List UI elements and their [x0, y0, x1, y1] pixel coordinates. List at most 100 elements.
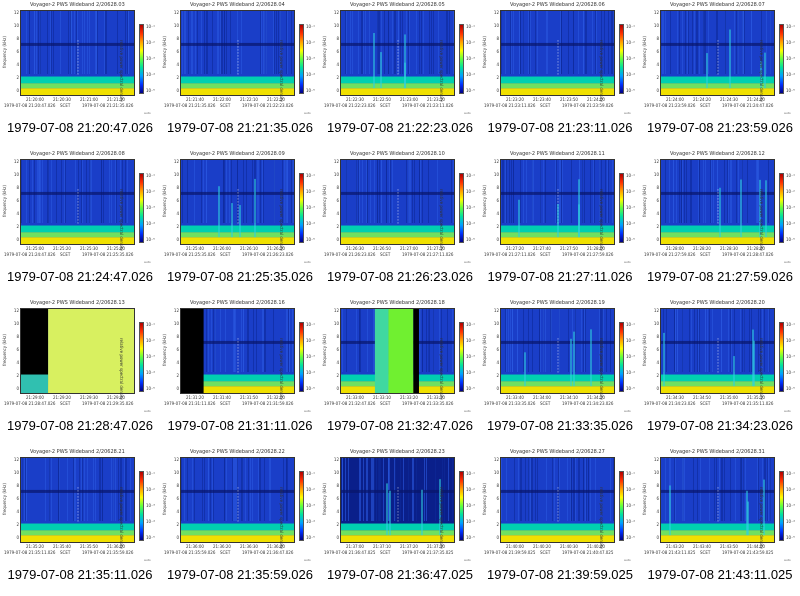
spectrogram-panel[interactable]: Voyager-2 PWS Wideband 2/20628.12 frequen…: [640, 149, 800, 298]
panel-caption-link[interactable]: 1979-07-08 21:36:47.025: [320, 567, 480, 583]
y-axis-label: frequency (kHz): [162, 185, 167, 217]
y-tick-label: 12: [333, 159, 339, 164]
noise-stripe: [221, 11, 222, 74]
panel-caption-link[interactable]: 1979-07-08 21:21:35.026: [160, 120, 320, 136]
y-axis-label: frequency (kHz): [162, 483, 167, 515]
panel-caption-link[interactable]: 1979-07-08 21:25:35.026: [160, 269, 320, 285]
low-frequency-band: [661, 232, 774, 238]
noise-stripe: [263, 11, 264, 74]
spectrogram-panel[interactable]: Voyager-2 PWS Wideband 2/20628.16 frequen…: [160, 298, 320, 447]
x-tick-label: 21:23:40: [533, 97, 551, 102]
panel-caption-link[interactable]: 1979-07-08 21:27:59.026: [640, 269, 800, 285]
low-frequency-band: [181, 83, 294, 89]
noise-stripe: [420, 309, 421, 372]
noise-stripe: [414, 160, 415, 223]
panel-title: Voyager-2 PWS Wideband 2/20628.06: [510, 2, 605, 8]
low-frequency-band: [181, 76, 294, 84]
panel-caption-link[interactable]: 1979-07-08 21:32:47.026: [320, 418, 480, 434]
footer-scet-label: SCET: [540, 252, 551, 257]
panel-caption-link[interactable]: 1979-07-08 21:23:59.026: [640, 120, 800, 136]
noise-stripe: [584, 160, 585, 223]
spectrogram-panel[interactable]: Voyager-2 PWS Wideband 2/20628.21 frequen…: [0, 447, 160, 596]
x-tick-label: 21:21:30: [107, 97, 125, 102]
noise-stripe: [586, 11, 587, 74]
x-tick-label: 21:26:20: [267, 246, 285, 251]
noise-stripe: [208, 309, 209, 372]
panel-caption-link[interactable]: 1979-07-08 21:20:47.026: [0, 120, 160, 136]
spectrogram-panel[interactable]: Voyager-2 PWS Wideband 2/20628.11 frequen…: [480, 149, 640, 298]
panel-caption-link[interactable]: 1979-07-08 21:35:11.026: [0, 567, 160, 583]
noise-stripe: [674, 309, 675, 372]
bottom-band: [661, 237, 774, 244]
noise-stripe: [352, 11, 353, 74]
spectrogram-panel[interactable]: Voyager-2 PWS Wideband 2/20628.19 frequen…: [480, 298, 640, 447]
colorbar-label: relative power spectral density: [439, 189, 444, 251]
noise-stripe: [532, 309, 533, 372]
spectrogram-panel[interactable]: Voyager-2 PWS Wideband 2/20628.06 frequen…: [480, 0, 640, 149]
noise-stripe: [595, 458, 596, 521]
noise-stripe: [356, 160, 357, 223]
panel-caption-link[interactable]: 1979-07-08 21:33:35.026: [480, 418, 640, 434]
panel-caption-link[interactable]: 1979-07-08 21:43:11.025: [640, 567, 800, 583]
noise-stripe: [127, 160, 128, 223]
spectrogram-panel[interactable]: Voyager-2 PWS Wideband 2/20628.09 frequen…: [160, 149, 320, 298]
spectrogram-panel[interactable]: Voyager-2 PWS Wideband 2/20628.27 frequen…: [480, 447, 640, 596]
y-tick-label: 8: [496, 36, 499, 41]
noise-stripe: [386, 160, 387, 223]
spectrogram-panel[interactable]: Voyager-2 PWS Wideband 2/20628.07 frequen…: [640, 0, 800, 149]
noise-stripe: [260, 11, 261, 74]
noise-stripe: [685, 11, 686, 74]
low-frequency-band: [661, 83, 774, 89]
noise-stripe: [226, 160, 227, 223]
noise-stripe: [699, 11, 700, 74]
spectrogram-panel[interactable]: Voyager-2 PWS Wideband 2/20628.13 frequen…: [0, 298, 160, 447]
dark-band: [21, 42, 134, 46]
x-tick-label: 21:36:40: [267, 544, 285, 549]
spectrogram-panel[interactable]: Voyager-2 PWS Wideband 2/20628.23 frequen…: [320, 447, 480, 596]
noise-stripe: [433, 309, 434, 372]
spectrogram-image: [341, 309, 454, 393]
noise-stripe: [435, 458, 436, 521]
panel-caption-link[interactable]: 1979-07-08 21:39:59.025: [480, 567, 640, 583]
footer-end-time: 1979-07-08 21:35:59.026: [82, 550, 134, 555]
y-axis-ticks: 12 10 8 6 4 2 0: [330, 159, 339, 245]
panel-caption-link[interactable]: 1979-07-08 21:22:23.026: [320, 120, 480, 136]
spectrogram-panel[interactable]: Voyager-2 PWS Wideband 2/20628.03 frequen…: [0, 0, 160, 149]
noise-stripe: [705, 11, 706, 74]
spectrogram-panel[interactable]: Voyager-2 PWS Wideband 2/20628.20 frequen…: [640, 298, 800, 447]
spectrogram-panel[interactable]: Voyager-2 PWS Wideband 2/20628.31 frequen…: [640, 447, 800, 596]
noise-stripe: [115, 458, 116, 521]
noise-stripe: [612, 11, 613, 74]
noise-stripe: [578, 458, 579, 521]
panel-caption-link[interactable]: 1979-07-08 21:26:23.026: [320, 269, 480, 285]
x-tick-label: 21:24:00: [587, 97, 605, 102]
saturated-region: [374, 309, 389, 393]
spectrogram-panel[interactable]: Voyager-2 PWS Wideband 2/20628.10 frequen…: [320, 149, 480, 298]
bottom-band: [501, 88, 614, 95]
noise-stripe: [413, 458, 414, 521]
panel-caption-link[interactable]: 1979-07-08 21:23:11.026: [480, 120, 640, 136]
y-tick-label: 6: [496, 49, 499, 54]
tone-dot: [77, 201, 79, 203]
spectrogram-panel[interactable]: Voyager-2 PWS Wideband 2/20628.22 frequen…: [160, 447, 320, 596]
y-axis-label: frequency (kHz): [2, 36, 7, 68]
panel-caption-link[interactable]: 1979-07-08 21:31:11.026: [160, 418, 320, 434]
spectrogram-panel[interactable]: Voyager-2 PWS Wideband 2/20628.05 frequen…: [320, 0, 480, 149]
spectrogram-panel[interactable]: Voyager-2 PWS Wideband 2/20628.18 frequen…: [320, 298, 480, 447]
spectrogram-panel[interactable]: Voyager-2 PWS Wideband 2/20628.08 frequen…: [0, 149, 160, 298]
colorbar-tick-label: 10⁻⁵: [626, 237, 635, 242]
panel-caption-link[interactable]: 1979-07-08 21:35:59.026: [160, 567, 320, 583]
noise-stripe: [58, 458, 59, 521]
tone-dot: [717, 192, 719, 194]
footer-start-time: 1979-07-08 21:34:23.026: [644, 401, 696, 406]
panel-caption-link[interactable]: 1979-07-08 21:27:11.026: [480, 269, 640, 285]
panel-caption-link[interactable]: 1979-07-08 21:28:47.026: [0, 418, 160, 434]
panel-caption-link[interactable]: 1979-07-08 21:34:23.026: [640, 418, 800, 434]
panel-caption-link[interactable]: 1979-07-08 21:24:47.026: [0, 269, 160, 285]
tone-dot: [717, 67, 719, 69]
colorbar-tick-label: 10⁻⁵: [306, 386, 315, 391]
colorbar-label: relative power spectral density: [759, 487, 764, 549]
noise-stripe: [381, 160, 382, 223]
spectrogram-panel[interactable]: Voyager-2 PWS Wideband 2/20628.04 frequen…: [160, 0, 320, 149]
y-tick-label: 0: [16, 386, 19, 391]
